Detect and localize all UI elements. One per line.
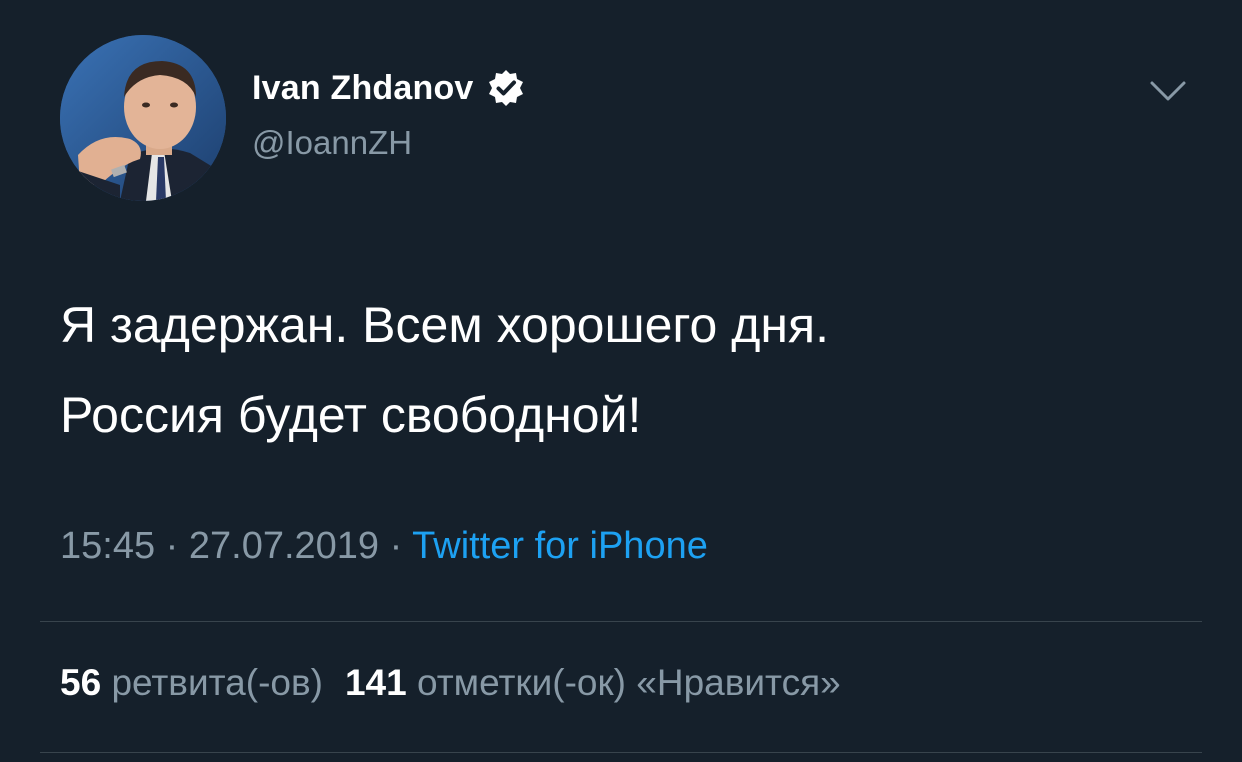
display-name[interactable]: Ivan Zhdanov [252,69,474,108]
retweets-stat[interactable]: 56 ретвита(-ов) [60,662,323,703]
retweets-label: ретвита(-ов) [111,662,323,703]
avatar-image [60,35,226,201]
chevron-down-icon[interactable] [1148,78,1188,104]
tweet-source-link[interactable]: Twitter for iPhone [412,525,708,567]
handle[interactable]: @IoannZH [252,124,412,162]
likes-count: 141 [344,662,407,703]
tweet-text: Я задержан. Всем хорошего дня. Россия бу… [60,280,1180,460]
tweet-text-line: Я задержан. Всем хорошего дня. [60,297,829,353]
divider [40,752,1202,753]
tweet-date: 27.07.2019 [188,525,380,567]
meta-separator: · [165,525,179,567]
tweet-meta: 15:45 · 27.07.2019 · Twitter for iPhone [60,525,708,568]
meta-separator: · [389,525,403,567]
author-row: Ivan Zhdanov [252,66,526,110]
divider [40,621,1202,622]
tweet: Ivan Zhdanov @IoannZH Я задержан. Всем х… [0,0,1242,762]
retweets-count: 56 [60,662,102,703]
verified-badge-icon [486,68,526,108]
tweet-time: 15:45 [60,525,156,567]
avatar[interactable] [60,35,226,201]
likes-stat[interactable]: 141 отметки(-ок) «Нравится» [345,662,841,703]
tweet-stats: 56 ретвита(-ов) 141 отметки(-ок) «Нравитс… [60,662,841,704]
likes-label: отметки(-ок) «Нравится» [416,662,841,703]
tweet-text-line: Россия будет свободной! [60,387,642,443]
